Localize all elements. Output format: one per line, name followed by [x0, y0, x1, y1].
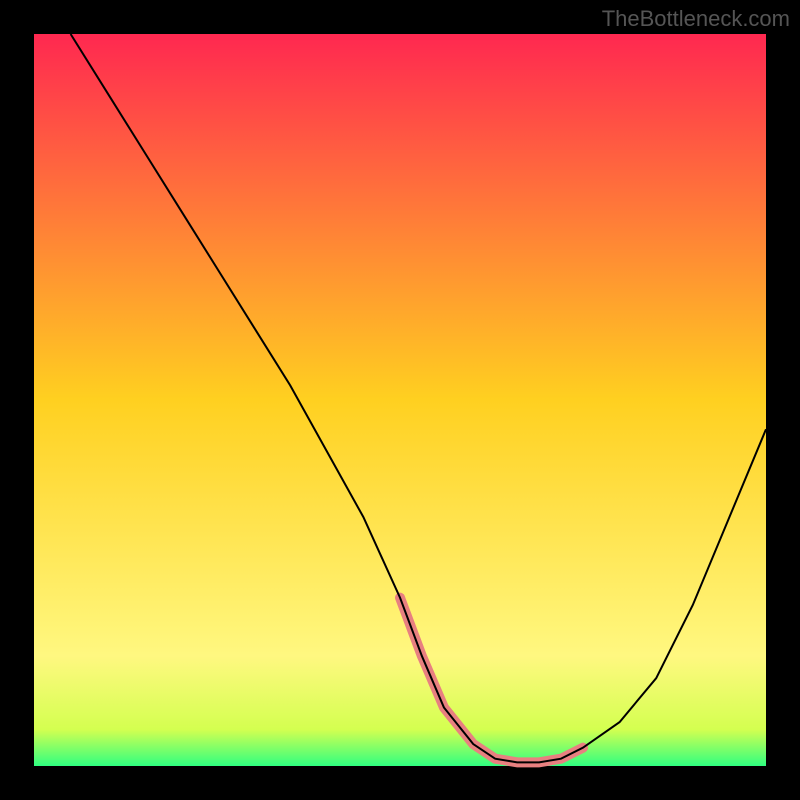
gradient-background [34, 34, 766, 766]
chart-svg [0, 0, 800, 800]
bottleneck-chart [0, 0, 800, 800]
watermark-text: TheBottleneck.com [602, 6, 790, 32]
